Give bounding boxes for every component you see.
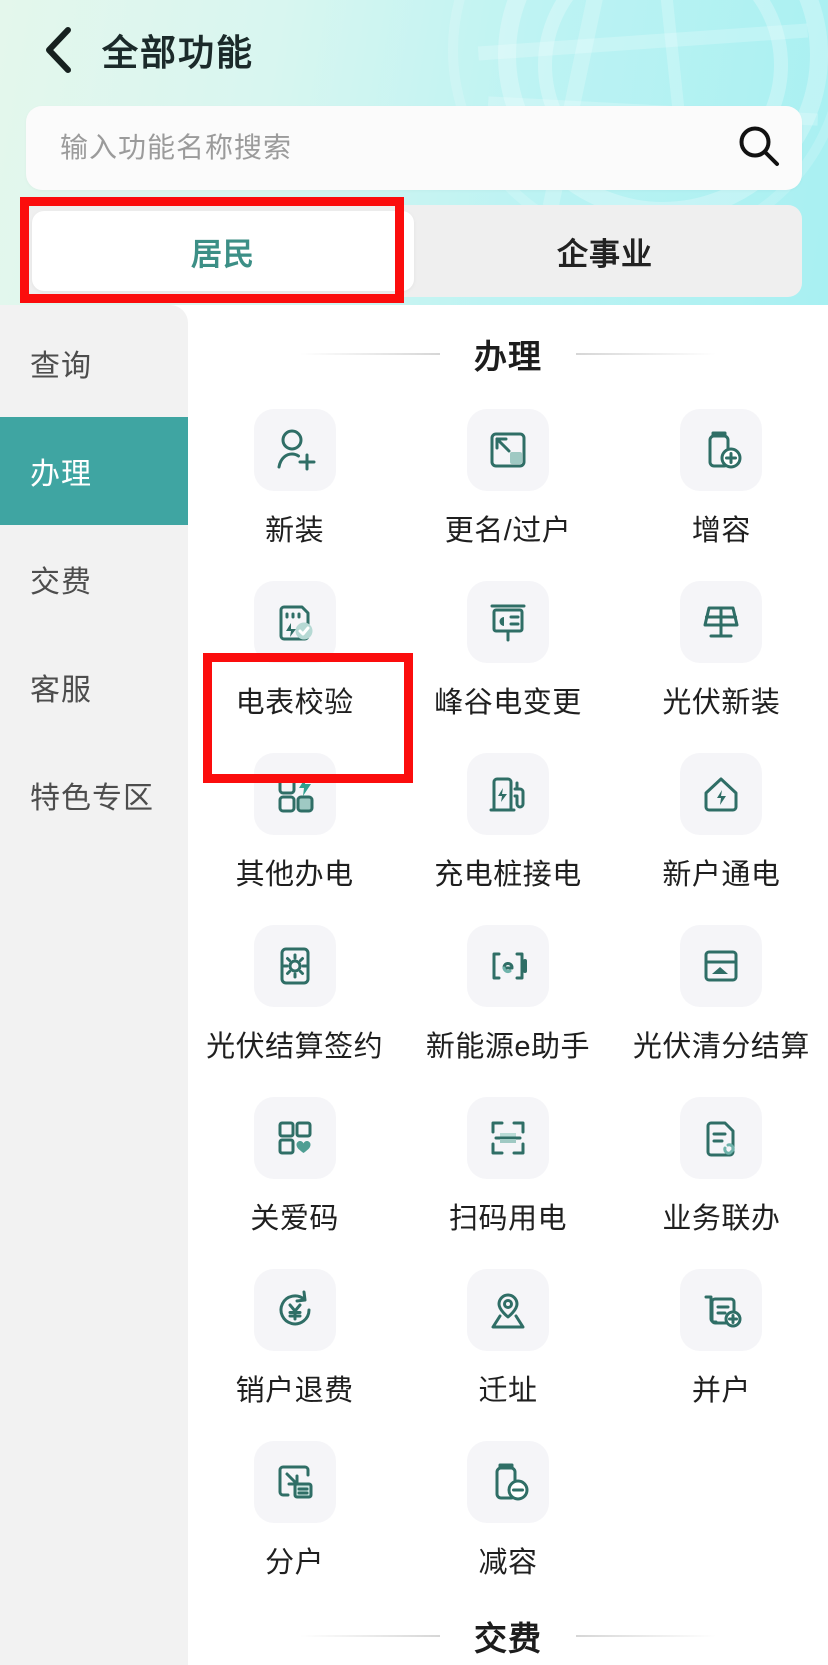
function-item-guangfu-jiesuan-qianyue[interactable]: 光伏结算签约 [188,907,401,1071]
back-button[interactable] [22,14,94,86]
battery-plus-icon [680,409,763,491]
function-item-xinhu-tongdian[interactable]: 新户通电 [615,735,828,899]
divider-right [576,1635,716,1637]
handle-grid: 新装 更名/过户 增容 电表校验 峰谷电变更 光伏新装 其他办电 充电桩接电 新… [188,391,828,1587]
bracket-e-icon [466,925,549,1007]
sidebar-item-label: 办理 [30,458,92,491]
function-item-label: 扫码用电 [448,1203,567,1235]
section-title: 交费 [474,1620,542,1657]
sidebar-item-label: 特色专区 [30,782,154,815]
body: 查询 办理 交费 客服 特色专区 办理 新装 更名/过户 增容 电表校验 峰谷电… [0,305,828,1665]
solar-panel-icon [680,581,763,663]
tab-enterprises-label: 企事业 [557,236,653,272]
function-item-label: 新能源e助手 [425,1031,591,1063]
function-item-guangfu-qingfen-jiesuan[interactable]: 光伏清分结算 [615,907,828,1071]
user-plus-icon [253,409,336,491]
section-header-handle: 办理 [188,317,828,391]
tab-residents-label: 居民 [191,236,255,272]
divider-right [576,353,716,355]
section-header-payment: 交费 [188,1599,828,1665]
function-item-guanaima[interactable]: 关爱码 [188,1079,401,1243]
sidebar-item-query[interactable]: 查询 [0,309,188,417]
function-item-chongdianzhuang-jiedian[interactable]: 充电桩接电 [401,735,614,899]
function-item-label: 减容 [478,1547,538,1579]
function-item-xiaohu-tuifei[interactable]: 销户退费 [188,1251,401,1415]
function-item-label: 并户 [691,1375,751,1407]
chevron-left-icon [41,25,75,75]
settle-card-icon [680,925,763,1007]
divider-left [300,1635,440,1637]
function-item-guangfu-xinzhuang[interactable]: 光伏新装 [615,563,828,727]
function-item-dianbiao-jiaoyan[interactable]: 电表校验 [188,563,401,727]
function-item-label: 新户通电 [662,859,781,891]
function-item-jianrong[interactable]: 减容 [401,1423,614,1587]
sidebar-item-service[interactable]: 客服 [0,633,188,741]
sidebar-item-payment[interactable]: 交费 [0,525,188,633]
function-item-label: 关爱码 [250,1203,339,1235]
scan-icon [466,1097,549,1179]
grid-bolt-icon [253,753,336,835]
search-button[interactable] [716,106,802,190]
function-item-label: 分户 [265,1547,325,1579]
function-item-label: 增容 [691,515,751,547]
tab-residents[interactable]: 居民 [32,211,414,291]
divider-left [300,353,440,355]
search-bar[interactable] [26,106,802,190]
tab-enterprises[interactable]: 企事业 [414,211,796,291]
charging-pile-icon [466,753,549,835]
meter-check-icon [253,581,336,663]
sidebar-item-label: 交费 [30,566,92,599]
function-item-fenhu[interactable]: 分户 [188,1423,401,1587]
sidebar-item-label: 查询 [30,350,92,383]
function-item-yewu-lianban[interactable]: 业务联办 [615,1079,828,1243]
function-item-label: 迁址 [478,1375,538,1407]
house-bolt-icon [680,753,763,835]
battery-minus-icon [466,1441,549,1523]
qr-heart-icon [253,1097,336,1179]
split-doc-icon [253,1441,336,1523]
function-item-label: 新装 [265,515,325,547]
function-item-label: 光伏清分结算 [632,1031,810,1063]
function-item-qita-bandian[interactable]: 其他办电 [188,735,401,899]
search-input[interactable] [26,132,716,164]
doc-link-icon [680,1097,763,1179]
category-sidebar: 查询 办理 交费 客服 特色专区 [0,305,188,1665]
sidebar-item-featured[interactable]: 特色专区 [0,741,188,849]
refund-icon [253,1269,336,1351]
function-item-qianzhi[interactable]: 迁址 [401,1251,614,1415]
function-item-label: 光伏结算签约 [206,1031,384,1063]
function-item-gengming-guohu[interactable]: 更名/过户 [401,391,614,555]
function-item-fenggudian-biangeng[interactable]: 峰谷电变更 [401,563,614,727]
board-chart-icon [466,581,549,663]
function-item-label: 其他办电 [235,859,354,891]
function-item-xinnengyuan-e-zhushou[interactable]: 新能源e助手 [401,907,614,1071]
doc-plus-icon [680,1269,763,1351]
function-item-binghu[interactable]: 并户 [615,1251,828,1415]
function-item-label: 峰谷电变更 [434,687,582,719]
location-pin-icon [466,1269,549,1351]
function-item-label: 业务联办 [662,1203,781,1235]
function-item-zengrong[interactable]: 增容 [615,391,828,555]
audience-tabs: 居民 企事业 [26,205,802,297]
function-item-label: 充电桩接电 [434,859,582,891]
sidebar-item-handle[interactable]: 办理 [0,417,188,525]
navigation-bar: 全部功能 [0,0,828,100]
function-item-label: 更名/过户 [444,515,572,547]
function-item-label: 光伏新装 [662,687,781,719]
sidebar-item-label: 客服 [30,674,92,707]
page-header: 全部功能 居民 企事业 [0,0,828,305]
page-title: 全部功能 [102,32,255,73]
sun-card-icon [253,925,336,1007]
function-item-xinzhuang[interactable]: 新装 [188,391,401,555]
function-item-label: 电表校验 [235,687,354,719]
section-title: 办理 [474,338,542,375]
function-item-label: 销户退费 [235,1375,354,1407]
function-list: 办理 新装 更名/过户 增容 电表校验 峰谷电变更 光伏新装 其他办电 充电桩接… [188,305,828,1665]
function-item-saoma-yongdian[interactable]: 扫码用电 [401,1079,614,1243]
all-functions-screen: 全部功能 居民 企事业 [0,0,828,1665]
search-icon [736,123,782,174]
transfer-arrow-icon [466,409,549,491]
